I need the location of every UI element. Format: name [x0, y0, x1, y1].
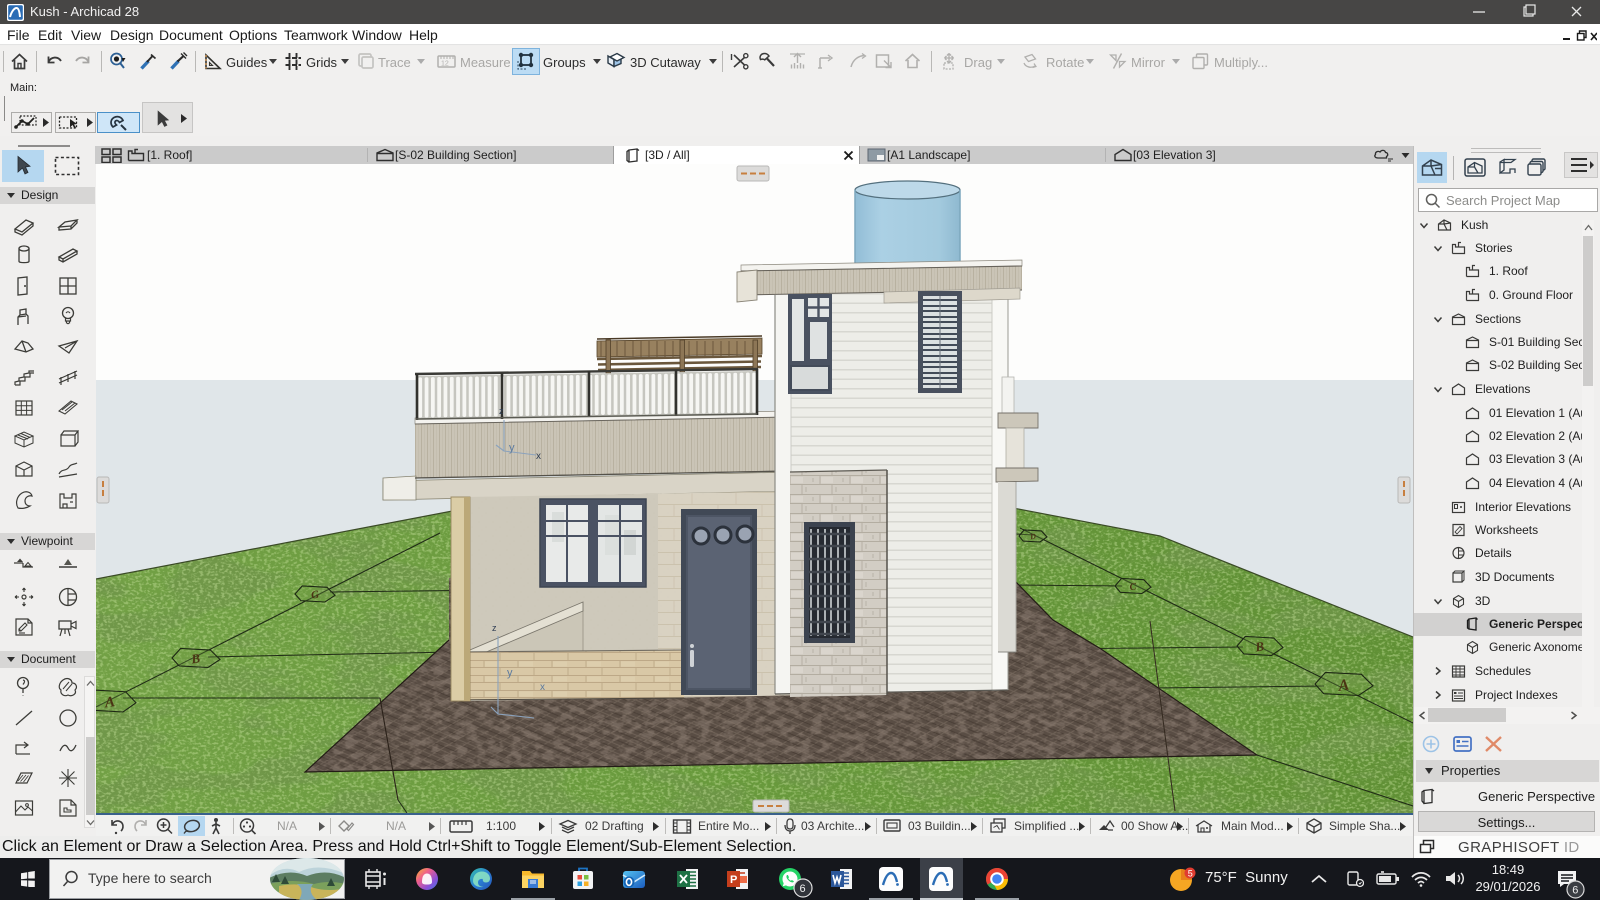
svg-text:z: z — [499, 406, 504, 416]
svg-text:y: y — [509, 442, 515, 454]
svg-text:x: x — [540, 682, 545, 693]
svg-text:12: 12 — [441, 61, 449, 68]
svg-text:x: x — [536, 451, 541, 462]
svg-text:6: 6 — [800, 883, 806, 895]
svg-text:y: y — [507, 667, 513, 679]
svg-text:6: 6 — [1572, 885, 1578, 897]
svg-text:A: A — [103, 694, 116, 711]
svg-text:5: 5 — [1188, 869, 1193, 879]
svg-text:G: G — [310, 589, 320, 602]
svg-text:P: P — [730, 874, 737, 886]
svg-text:z: z — [492, 623, 497, 633]
